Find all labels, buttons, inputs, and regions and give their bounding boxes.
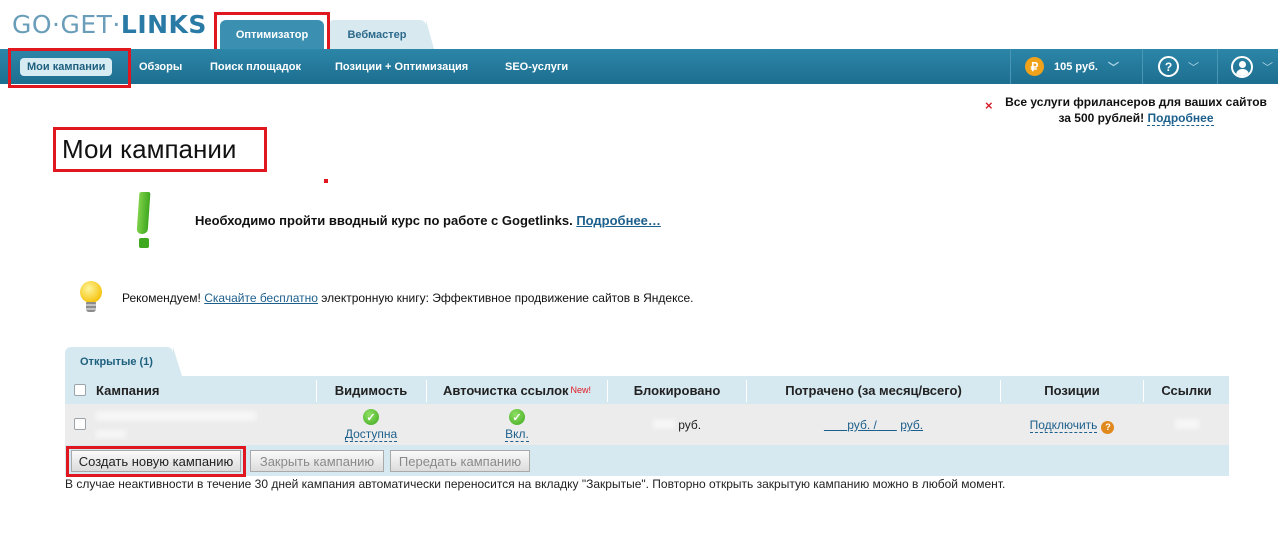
page: GO·GET·LINKS Оптимизатор Вебмастер Мои к… [0, 0, 1278, 539]
blocked-cell: руб. [608, 418, 746, 432]
help-icon[interactable]: ? [1101, 420, 1115, 434]
positions-cell: Подключить? [1001, 418, 1143, 434]
highlight-create-button [66, 446, 246, 477]
course-notice-text: Необходимо пройти вводный курс по работе… [195, 213, 573, 228]
visibility-cell: ✓ Доступна [317, 409, 425, 442]
spent-month-link[interactable]: руб. / [824, 418, 897, 432]
transfer-campaign-button[interactable]: Передать кампанию [390, 450, 530, 472]
check-icon: ✓ [363, 409, 379, 425]
lightbulb-icon [80, 281, 102, 315]
spent-total-link[interactable]: руб. [900, 418, 923, 432]
spent-cell: руб. / руб. [747, 418, 1000, 432]
nav-divider [1010, 49, 1011, 84]
select-all-checkbox[interactable] [74, 384, 86, 396]
col-positions: Позиции [1044, 382, 1100, 398]
col-blocked: Блокировано [633, 382, 721, 398]
chevron-down-icon[interactable]: ﹀ [1262, 59, 1273, 75]
user-icon[interactable] [1231, 56, 1253, 78]
autoclean-link[interactable]: Вкл. [505, 427, 529, 442]
blocked-unit: руб. [678, 418, 702, 432]
connect-positions-link[interactable]: Подключить [1029, 418, 1098, 433]
nav-divider [1217, 49, 1218, 84]
col-links: Ссылки [1161, 382, 1212, 398]
chevron-down-icon[interactable]: ﹀ [1188, 59, 1199, 75]
col-autoclean: Авточистка ссылок New! [427, 376, 607, 404]
row-checkbox[interactable] [74, 418, 86, 430]
chevron-down-icon: ﹀ [1107, 61, 1119, 74]
recommend-text: Рекомендуем! Скачайте бесплатно электрон… [122, 291, 693, 305]
close-icon[interactable]: × [985, 98, 993, 113]
tab-webmaster[interactable]: Вебмастер [328, 20, 434, 49]
close-campaign-button[interactable]: Закрыть кампанию [250, 450, 384, 472]
promo-link[interactable]: Подробнее [1147, 111, 1214, 126]
balance-amount: 105 руб. [1054, 60, 1098, 73]
inactivity-footnote: В случае неактивности в течение 30 дней … [65, 477, 1006, 491]
campaigns-table-header: Кампания Видимость Авточистка ссылок New!… [65, 376, 1229, 404]
download-book-link[interactable]: Скачайте бесплатно [204, 291, 318, 305]
autoclean-cell: ✓ Вкл. [427, 409, 607, 442]
highlight-page-title [53, 127, 267, 172]
nav-item-reviews[interactable]: Обзоры [139, 49, 182, 84]
nav-item-seo-services[interactable]: SEO-услуги [505, 49, 568, 84]
help-icon[interactable]: ? [1158, 56, 1179, 77]
nav-item-positions[interactable]: Позиции + Оптимизация [335, 49, 468, 84]
visibility-link[interactable]: Доступна [344, 427, 398, 442]
recommend-suffix: электронную книгу: Эффективное продвижен… [321, 291, 694, 305]
logo-bold: LINKS [120, 10, 207, 39]
recommend-prefix: Рекомендуем! [122, 291, 201, 305]
promo-banner: Все услуги фрилансеров для ваших сайтов … [1005, 94, 1267, 126]
check-icon: ✓ [509, 409, 525, 425]
balance-dropdown[interactable]: ₽ 105 руб. ﹀ [1025, 49, 1119, 84]
table-row[interactable]: ✓ Доступна ✓ Вкл. руб. руб. / руб. Подкл… [65, 404, 1229, 445]
new-badge: New! [570, 385, 592, 395]
campaign-name-redacted[interactable] [96, 410, 256, 441]
logo[interactable]: GO·GET·LINKS [12, 10, 207, 39]
col-spent: Потрачено (за месяц/всего) [785, 382, 962, 398]
course-notice: Необходимо пройти вводный курс по работе… [195, 213, 661, 228]
col-campaign[interactable]: Кампания [96, 376, 316, 404]
col-visibility: Видимость [334, 382, 408, 398]
col-autoclean-label: Авточистка ссылок [442, 382, 569, 398]
logo-light: GO·GET· [12, 10, 121, 39]
nav-divider [1142, 49, 1143, 84]
main-nav: Мои кампании Обзоры Поиск площадок Позиц… [0, 49, 1278, 84]
exclamation-icon [135, 192, 151, 248]
links-cell-redacted[interactable] [1144, 418, 1229, 432]
ruble-icon: ₽ [1025, 57, 1044, 76]
course-notice-link[interactable]: Подробнее… [576, 213, 661, 228]
tab-open-campaigns[interactable]: Открытые (1) [65, 347, 182, 376]
highlight-my-campaigns [8, 48, 131, 88]
promo-text: Все услуги фрилансеров для ваших сайтов … [1005, 95, 1267, 125]
red-dot [324, 179, 328, 183]
nav-item-site-search[interactable]: Поиск площадок [210, 49, 301, 84]
